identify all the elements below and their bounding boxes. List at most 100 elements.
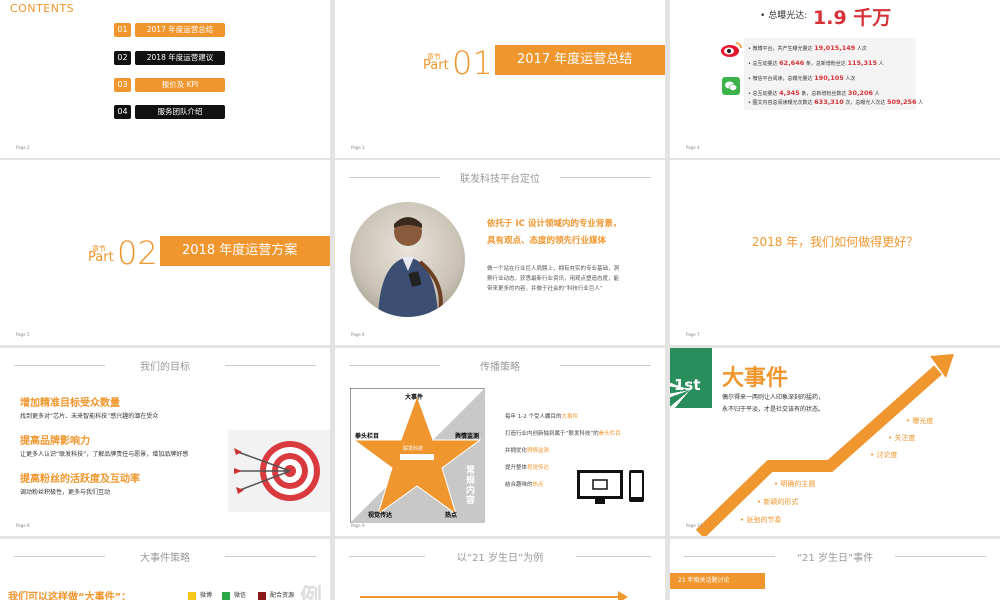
headline-line-1: 依托于 IC 设计领域内的专业背景，: [487, 219, 622, 229]
question-text: 2018 年，我们如何做得更好？: [751, 235, 919, 249]
point-5: • 新颖的形式: [757, 498, 799, 506]
contents-item-4[interactable]: 04 服务团队介绍: [114, 105, 225, 119]
section-title: 传播策略: [480, 362, 520, 373]
timeline-bar: [360, 596, 620, 598]
weibo-stat-1: • 微博平台，共产生曝光量达 19,015,149 人次: [748, 44, 867, 52]
star-side-label: 常规内容: [466, 466, 476, 506]
page-number: Page 5: [16, 332, 30, 337]
header-rule-right: [575, 556, 651, 557]
body-line-2: 察行业动态，获悉最新行业资讯，用观点塑造态度，能: [487, 276, 620, 282]
slide-question[interactable]: 2018 年，我们如何做得更好？ Page 7: [670, 160, 1000, 345]
example-watermark: 例: [300, 585, 323, 600]
slide-birthday[interactable]: “21 岁生日”事件 21 年相关话题讨论: [670, 539, 1000, 600]
goal-title: 提高粉丝的活跃度及互动率: [20, 474, 140, 485]
legend-swatch: [222, 591, 230, 600]
header-rule-right: [225, 365, 316, 366]
slide-big-event[interactable]: 1st 大事件 偶尔得来一两则让人印象深刻的猛药， 永不归于平淡，才是社交该有的…: [670, 348, 1000, 536]
section-title: 联发科技平台定位: [460, 174, 540, 185]
wechat-stat-1: • 微信平台阅读，总曝光量达 190,105 人次: [748, 74, 856, 82]
strategy-item: 打造行业内创新独到属于“联发科技”的拳头栏目: [505, 431, 621, 437]
strategy-item: 并拥优化舆情监测: [505, 448, 550, 454]
bullet-dot: •: [760, 11, 766, 21]
header-rule-left: [14, 365, 105, 366]
businessman-photo: [350, 202, 465, 317]
contents-item-2[interactable]: 02 2018 年度运营建议: [114, 51, 225, 65]
positioning-body: 做一个站在行业巨人肩膀上，拥有夯实的专业基础，洞 察行业动态，获悉最新行业资讯，…: [487, 264, 619, 294]
header-rule-right: [225, 556, 316, 557]
contents-item-3[interactable]: 03 报价及 KPI: [114, 78, 225, 92]
wechat-stat-3: • 图文内容总阅读曝光次数达 633,310 次，总曝光人次达 509,256 …: [748, 98, 924, 106]
wechat-stat-2: • 总互动量达 4,345 条，总新增粉丝数达 30,206 人: [748, 89, 880, 97]
star-label-left: 拳头栏目: [355, 433, 380, 440]
section-header: 大事件策略: [14, 549, 316, 564]
part-word: Part: [88, 250, 114, 265]
slide-positioning[interactable]: 联发科技平台定位 依托于 IC 设计领域内的专业背景， 具有观点、态度的领先行业…: [335, 160, 665, 345]
page-number: Page 10: [686, 523, 703, 528]
slide-strategy[interactable]: 传播策略 大事件 拳头栏目 舆情监测 视觉传达 热点 联发科技 常规内容 每年 …: [335, 348, 665, 536]
header-rule-left: [14, 556, 105, 557]
goal-desc: 调动粉丝积极性，更多与我们互动: [20, 489, 111, 496]
contents-item-1[interactable]: 01 2017 年度运营总结: [114, 23, 225, 37]
star-label-top: 大事件: [405, 394, 424, 401]
goal-desc: 找到更多对“芯片、未来智能科技”感兴趣的潜在受众: [20, 413, 159, 420]
slide-example[interactable]: 以“21 岁生日”为例: [335, 539, 665, 600]
page-number: Page 7: [686, 332, 700, 337]
slide-grid: CONTENTS 01 2017 年度运营总结 02 2018 年度运营建议 0…: [0, 0, 1000, 600]
body-line-3: 带来更多的内容，并做于社会的“科技行业巨人”: [487, 286, 603, 292]
header-rule-right: [560, 177, 651, 178]
header-rule-right: [895, 556, 986, 557]
page-number: Page 3: [351, 145, 365, 150]
point-6: • 张弛的节奏: [740, 516, 782, 524]
target-illustration: [228, 430, 330, 512]
contents-item-num: 01: [114, 23, 131, 37]
point-4: • 明确的主题: [774, 480, 816, 488]
page-number: Page 2: [16, 145, 30, 150]
strategy-item: 每年 1-2 个受人瞩目的大事件: [505, 414, 578, 420]
header-rule-left: [349, 177, 440, 178]
section-header: “21 岁生日”事件: [684, 549, 986, 564]
section-title: “21 岁生日”事件: [796, 553, 874, 564]
goal-title: 提高品牌影响力: [20, 436, 90, 447]
slide-contents[interactable]: CONTENTS 01 2017 年度运营总结 02 2018 年度运营建议 0…: [0, 0, 330, 158]
section-header: 我们的目标: [14, 358, 316, 373]
exposure-label-wrap: • 总曝光达:: [760, 8, 807, 21]
headline-line-2: 具有观点、态度的领先行业媒体: [487, 236, 607, 246]
slide-exposure[interactable]: • 总曝光达: 1.9 千万 • 微博平台，共产生曝光量达 19,015,149…: [670, 0, 1000, 158]
strategy-star-diagram: 大事件 拳头栏目 舆情监测 视觉传达 热点 联发科技 常规内容: [349, 387, 486, 524]
point-2: • 关注度: [888, 434, 916, 442]
contents-item-num: 04: [114, 105, 131, 119]
legend-swatch: [258, 591, 266, 600]
point-1: • 曝光度: [906, 417, 934, 425]
weibo-stat-2: • 总互动量达 62,646 条，总新增粉丝达 115,315 人: [748, 59, 884, 67]
wechat-icon: [722, 77, 740, 95]
timeline-arrow-icon: [618, 591, 628, 600]
body-line-1: 做一个站在行业巨人肩膀上，拥有夯实的专业基础，洞: [487, 266, 620, 272]
contents-title: CONTENTS: [10, 2, 75, 15]
section-title: 以“21 岁生日”为例: [456, 553, 544, 564]
legend-resources: 配合资源: [258, 590, 294, 600]
goal-item-3: 提高粉丝的活跃度及互动率 调动粉丝积极性，更多与我们互动: [20, 470, 140, 496]
slide-goals[interactable]: 我们的目标 增加精准目标受众数量 找到更多对“芯片、未来智能科技”感兴趣的潜在受…: [0, 348, 330, 536]
page-number: Page 4: [686, 145, 700, 150]
birthday-tag: 21 年相关话题讨论: [670, 573, 765, 589]
contents-item-label: 报价及 KPI: [135, 78, 225, 92]
event-strategy-lead: 我们可以这样做“大事件”：: [8, 592, 132, 600]
exposure-label: 总曝光达:: [768, 11, 808, 21]
slide-part-01[interactable]: 章节 Part 01 2017 年度运营总结 Page 3: [335, 0, 665, 158]
part-title-bar: 2018 年度运营方案: [160, 236, 330, 266]
header-rule-left: [684, 556, 775, 557]
slide-event-strategy[interactable]: 大事件策略 我们可以这样做“大事件”： 微博 微信 配合资源 例: [0, 539, 330, 600]
section-title: 我们的目标: [140, 362, 190, 373]
part-number: 01: [452, 44, 493, 82]
star-center-label: 联发科技: [403, 446, 424, 452]
slide-part-02[interactable]: 章节 Part 02 2018 年度运营方案 Page 5: [0, 160, 330, 345]
part-word: Part: [423, 58, 449, 73]
contents-item-label: 服务团队介绍: [135, 105, 225, 119]
header-rule-left: [349, 556, 425, 557]
contents-item-label: 2018 年度运营建议: [135, 51, 225, 65]
exposure-value: 1.9 千万: [813, 7, 892, 29]
legend-swatch: [188, 591, 196, 600]
page-number: Page 8: [16, 523, 30, 528]
section-header: 联发科技平台定位: [349, 170, 651, 185]
section-header: 以“21 岁生日”为例: [349, 549, 651, 564]
